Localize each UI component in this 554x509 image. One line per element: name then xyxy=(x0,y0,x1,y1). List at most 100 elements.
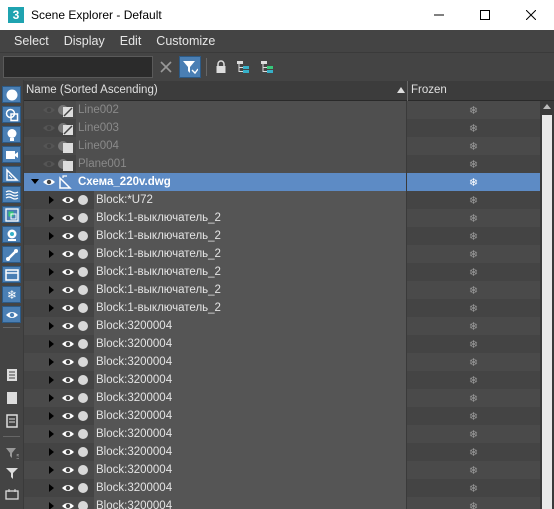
frozen-cell[interactable]: ❄ xyxy=(406,425,540,443)
expand-toggle-icon[interactable] xyxy=(49,502,54,509)
render-dot-icon[interactable] xyxy=(78,267,88,277)
render-dot-icon[interactable] xyxy=(78,375,88,385)
frozen-cell[interactable]: ❄ xyxy=(406,497,540,509)
sidebar-xrefs-button[interactable] xyxy=(2,226,21,243)
frozen-cell[interactable]: ❄ xyxy=(406,137,540,155)
render-dot-icon[interactable] xyxy=(78,321,88,331)
frozen-cell[interactable]: ❄ xyxy=(406,281,540,299)
render-dot-icon[interactable] xyxy=(78,429,88,439)
sidebar-filter-display-button[interactable]: 5 xyxy=(2,444,21,461)
render-dot-icon[interactable] xyxy=(78,501,88,509)
sidebar-geometry-button[interactable] xyxy=(2,86,21,103)
tree-row[interactable]: Block:3200004 ❄ xyxy=(24,497,540,509)
frozen-cell[interactable]: ❄ xyxy=(406,335,540,353)
scroll-up-icon[interactable] xyxy=(543,104,551,109)
expand-toggle-icon[interactable] xyxy=(49,430,54,438)
tree-row[interactable]: Block:1-выключатель_2 ❄ xyxy=(24,263,540,281)
maximize-button[interactable] xyxy=(462,0,508,30)
sidebar-containers-button[interactable] xyxy=(2,266,21,283)
sidebar-helpers-button[interactable] xyxy=(2,166,21,183)
menu-display[interactable]: Display xyxy=(57,34,112,48)
visibility-eye-icon[interactable] xyxy=(42,158,56,170)
tree-row[interactable]: Plane001 ❄ xyxy=(24,155,540,173)
expand-toggle-icon[interactable] xyxy=(49,232,54,240)
visibility-eye-icon[interactable] xyxy=(61,320,75,332)
tree-row[interactable]: Block:3200004 ❄ xyxy=(24,443,540,461)
search-input[interactable] xyxy=(3,56,153,78)
frozen-cell[interactable]: ❄ xyxy=(406,299,540,317)
expand-toggle-icon[interactable] xyxy=(31,179,39,184)
sidebar-invert-button[interactable] xyxy=(2,412,21,429)
render-dot-icon[interactable] xyxy=(78,303,88,313)
tree-row[interactable]: Block:3200004 ❄ xyxy=(24,479,540,497)
hierarchy-button[interactable] xyxy=(234,56,254,78)
visibility-eye-icon[interactable] xyxy=(42,122,56,134)
column-frozen-header[interactable]: Frozen xyxy=(411,84,447,96)
frozen-cell[interactable]: ❄ xyxy=(406,191,540,209)
frozen-cell[interactable]: ❄ xyxy=(406,263,540,281)
sidebar-bones-button[interactable] xyxy=(2,246,21,263)
render-dot-icon[interactable] xyxy=(78,357,88,367)
menu-customize[interactable]: Customize xyxy=(149,34,222,48)
visibility-eye-icon[interactable] xyxy=(61,338,75,350)
sidebar-display-all-button[interactable] xyxy=(2,366,21,383)
render-dot-icon[interactable] xyxy=(78,249,88,259)
frozen-cell[interactable]: ❄ xyxy=(406,101,540,119)
sidebar-more-button[interactable] xyxy=(2,484,21,501)
visibility-eye-icon[interactable] xyxy=(61,410,75,422)
tree-row[interactable]: Block:3200004 ❄ xyxy=(24,353,540,371)
render-dot-icon[interactable] xyxy=(78,447,88,457)
render-dot-icon[interactable] xyxy=(78,195,88,205)
tree-row[interactable]: Line003 ❄ xyxy=(24,119,540,137)
expand-toggle-icon[interactable] xyxy=(49,268,54,276)
visibility-eye-icon[interactable] xyxy=(42,140,56,152)
tree-row[interactable]: Block:*U72 ❄ xyxy=(24,191,540,209)
frozen-cell[interactable]: ❄ xyxy=(406,371,540,389)
expand-toggle-icon[interactable] xyxy=(49,286,54,294)
visibility-eye-icon[interactable] xyxy=(61,482,75,494)
sidebar-spacewarps-button[interactable] xyxy=(2,186,21,203)
render-dot-icon[interactable] xyxy=(78,213,88,223)
expand-toggle-icon[interactable] xyxy=(49,304,54,312)
tree-row[interactable]: Block:1-выключатель_2 ❄ xyxy=(24,299,540,317)
tree-row[interactable]: Block:3200004 ❄ xyxy=(24,371,540,389)
tree-row[interactable]: Block:3200004 ❄ xyxy=(24,425,540,443)
sidebar-frozen-button[interactable]: ❄ xyxy=(2,286,21,303)
tree-row[interactable]: Block:1-выключатель_2 ❄ xyxy=(24,245,540,263)
visibility-eye-icon[interactable] xyxy=(61,464,75,476)
frozen-cell[interactable]: ❄ xyxy=(406,461,540,479)
render-dot-icon[interactable] xyxy=(78,285,88,295)
render-dot-icon[interactable] xyxy=(78,339,88,349)
frozen-cell[interactable]: ❄ xyxy=(406,119,540,137)
render-dot-icon[interactable] xyxy=(78,231,88,241)
visibility-eye-icon[interactable] xyxy=(61,194,75,206)
expand-toggle-icon[interactable] xyxy=(49,448,54,456)
expand-toggle-icon[interactable] xyxy=(49,376,54,384)
column-name-header[interactable]: Name (Sorted Ascending) xyxy=(26,84,158,96)
tree-row[interactable]: Line002 ❄ xyxy=(24,101,540,119)
lock-button[interactable] xyxy=(211,56,231,78)
visibility-eye-icon[interactable] xyxy=(61,284,75,296)
tree-row[interactable]: Block:3200004 ❄ xyxy=(24,407,540,425)
frozen-cell[interactable]: ❄ xyxy=(406,407,540,425)
expand-toggle-icon[interactable] xyxy=(49,196,54,204)
visibility-eye-icon[interactable] xyxy=(61,428,75,440)
expand-toggle-icon[interactable] xyxy=(49,466,54,474)
menu-edit[interactable]: Edit xyxy=(113,34,149,48)
frozen-cell[interactable]: ❄ xyxy=(406,443,540,461)
expand-toggle-icon[interactable] xyxy=(49,394,54,402)
sidebar-shapes-button[interactable] xyxy=(2,106,21,123)
sidebar-cameras-button[interactable] xyxy=(2,146,21,163)
expand-toggle-icon[interactable] xyxy=(49,412,54,420)
menu-select[interactable]: Select xyxy=(7,34,56,48)
render-dot-icon[interactable] xyxy=(78,465,88,475)
frozen-cell[interactable]: ❄ xyxy=(406,227,540,245)
tree-row[interactable]: Block:1-выключатель_2 ❄ xyxy=(24,281,540,299)
visibility-eye-icon[interactable] xyxy=(42,176,56,188)
tree-row[interactable]: Block:1-выключатель_2 ❄ xyxy=(24,227,540,245)
render-dot-icon[interactable] xyxy=(78,483,88,493)
scroll-thumb[interactable] xyxy=(542,115,552,509)
frozen-cell[interactable]: ❄ xyxy=(406,245,540,263)
frozen-cell[interactable]: ❄ xyxy=(406,173,540,191)
tree-row[interactable]: Block:3200004 ❄ xyxy=(24,317,540,335)
